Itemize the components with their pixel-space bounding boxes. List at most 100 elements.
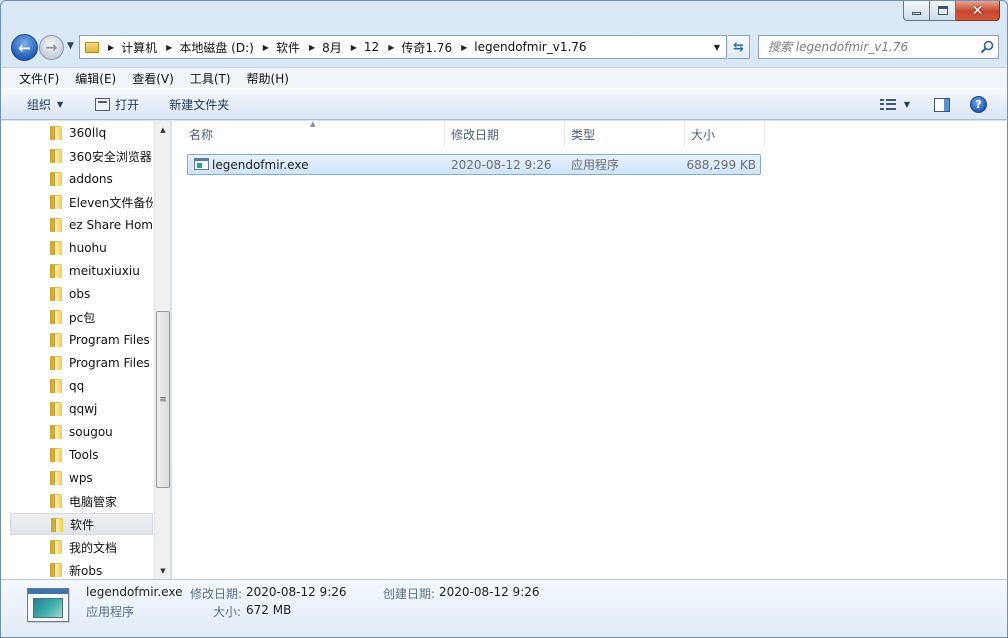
- tree-item[interactable]: 我的文档: [10, 536, 153, 558]
- scroll-down-button[interactable]: ▼: [155, 562, 170, 579]
- details-modified-value: 2020-08-12 9:26: [246, 585, 347, 599]
- search-box[interactable]: [758, 35, 999, 59]
- tree-item[interactable]: qqwj: [10, 398, 153, 420]
- tree-item[interactable]: 新obs: [10, 559, 153, 579]
- tree-item[interactable]: qq: [10, 375, 153, 397]
- organize-button[interactable]: 组织 ▼: [17, 92, 73, 116]
- breadcrumb-item[interactable]: ▶ legendofmir_v1.76: [452, 36, 586, 58]
- tree-item[interactable]: Eleven文件备份: [10, 191, 153, 213]
- back-button[interactable]: ←: [11, 34, 38, 61]
- column-header-size[interactable]: 大小: [685, 121, 765, 147]
- tree-item-label: 我的文档: [69, 540, 118, 555]
- tree-item[interactable]: 电脑管家: [10, 490, 153, 512]
- breadcrumb-separator[interactable]: ▶: [254, 43, 276, 52]
- tree-item-selected[interactable]: 软件: [10, 513, 153, 535]
- folder-icon: [50, 379, 62, 393]
- command-bar-right: ▼ ?: [879, 89, 1007, 120]
- maximize-button[interactable]: [930, 1, 956, 21]
- column-header-modified[interactable]: 修改日期: [445, 121, 565, 147]
- folder-icon: [50, 563, 62, 577]
- new-folder-button[interactable]: 新建文件夹: [159, 92, 239, 116]
- breadcrumb-separator[interactable]: ▶: [300, 43, 322, 52]
- tree-item[interactable]: Tools: [10, 444, 153, 466]
- address-history-dropdown[interactable]: ▼: [708, 36, 726, 58]
- folder-icon: [50, 172, 62, 186]
- breadcrumb-separator[interactable]: ▶: [99, 43, 121, 52]
- column-header-name[interactable]: ▲ 名称: [172, 120, 445, 147]
- close-button[interactable]: ✕: [956, 1, 1000, 21]
- breadcrumb-separator[interactable]: ▶: [379, 43, 401, 52]
- breadcrumb-item[interactable]: ▶ 传奇1.76: [379, 36, 452, 58]
- column-header-type[interactable]: 类型: [565, 121, 685, 147]
- tree-item[interactable]: Program Files: [10, 352, 153, 374]
- tree-item[interactable]: 360llq: [10, 122, 153, 144]
- tree-item[interactable]: huohu: [10, 237, 153, 259]
- folder-icon: [50, 126, 62, 140]
- tree-item-label: addons: [69, 172, 113, 186]
- breadcrumb-item[interactable]: ▶ 计算机: [99, 36, 157, 58]
- close-icon: ✕: [971, 2, 984, 19]
- minimize-button[interactable]: [903, 1, 930, 21]
- folder-icon: [50, 264, 62, 278]
- recent-pages-button[interactable]: ▼: [67, 41, 74, 51]
- file-modified: 2020-08-12 9:26: [451, 157, 552, 172]
- search-input[interactable]: [759, 37, 976, 57]
- tree-item[interactable]: obs: [10, 283, 153, 305]
- menu-help[interactable]: 帮助(H): [239, 70, 297, 87]
- menu-edit[interactable]: 编辑(E): [67, 70, 124, 87]
- menu-tools[interactable]: 工具(T): [182, 70, 239, 87]
- folder-icon: [50, 540, 62, 554]
- exe-file-icon: [194, 158, 209, 170]
- organize-label: 组织: [27, 97, 52, 112]
- tree-item[interactable]: addons: [10, 168, 153, 190]
- details-modified-label: 修改日期:: [190, 587, 243, 601]
- view-details-icon[interactable]: [879, 98, 896, 111]
- details-type: 应用程序: [86, 605, 135, 619]
- details-pane: legendofmir.exe 应用程序 修改日期: 2020-08-12 9:…: [1, 579, 1007, 637]
- address-bar[interactable]: ▶ 计算机 ▶ 本地磁盘 (D:) ▶ 软件 ▶ 8月 ▶ 12 ▶ 传奇1.76 ▶ leg…: [79, 35, 727, 59]
- tree-item[interactable]: 360安全浏览器: [10, 145, 153, 167]
- file-size: 688,299 KB: [686, 157, 756, 172]
- navigation-pane-scrollbar[interactable]: ▲ ≡ ▼: [154, 121, 170, 579]
- details-created-label: 创建日期:: [383, 587, 436, 601]
- scroll-up-button[interactable]: ▲: [155, 121, 170, 138]
- breadcrumb-separator[interactable]: ▶: [157, 43, 179, 52]
- tree-item-label: qqwj: [69, 402, 98, 416]
- breadcrumb-item[interactable]: ▶ 8月: [300, 36, 342, 58]
- open-icon: [95, 97, 111, 111]
- breadcrumb-item[interactable]: ▶ 本地磁盘 (D:): [157, 36, 254, 58]
- folder-icon: [50, 310, 62, 324]
- breadcrumb-separator[interactable]: ▶: [342, 43, 364, 52]
- tree-item-label: Program Files: [69, 333, 150, 347]
- scrollbar-thumb[interactable]: ≡: [156, 311, 170, 488]
- breadcrumb-item[interactable]: ▶ 软件: [254, 36, 300, 58]
- file-list-pane: ▲ 名称 修改日期 类型 大小 legendofmir.exe 2020-08-1…: [172, 120, 1007, 579]
- preview-pane-icon[interactable]: [934, 97, 950, 112]
- explorer-window: ✕ ← → ▼ ▶ 计算机 ▶ 本地磁盘 (D:) ▶ 软件 ▶ 8月 ▶ 12 ▶ 传奇1…: [0, 0, 1008, 638]
- forward-button[interactable]: →: [39, 35, 64, 60]
- tree-item[interactable]: wps: [10, 467, 153, 489]
- folder-icon: [50, 287, 62, 301]
- menu-file[interactable]: 文件(F): [11, 70, 67, 87]
- tree-item[interactable]: sougou: [10, 421, 153, 443]
- refresh-icon: ⇆: [733, 39, 744, 55]
- tree-item[interactable]: meituxiuxiu: [10, 260, 153, 282]
- tree-item[interactable]: Program Files: [10, 329, 153, 351]
- help-icon[interactable]: ?: [970, 96, 987, 113]
- menu-view[interactable]: 查看(V): [124, 70, 182, 87]
- breadcrumb-label: 8月: [322, 40, 342, 55]
- tree-item[interactable]: pc包: [10, 306, 153, 328]
- breadcrumb-label: legendofmir_v1.76: [474, 40, 587, 54]
- tree-item-label: wps: [69, 471, 93, 485]
- change-view-dropdown[interactable]: ▼: [904, 100, 910, 109]
- tree-item-label: 软件: [70, 517, 95, 532]
- file-type: 应用程序: [571, 158, 620, 172]
- magnifier-icon[interactable]: [976, 36, 998, 58]
- breadcrumb-separator[interactable]: ▶: [452, 43, 474, 52]
- breadcrumb-item[interactable]: ▶ 12: [342, 36, 379, 58]
- tree-item[interactable]: ez Share Home: [10, 214, 153, 236]
- forward-arrow-icon: →: [45, 39, 58, 56]
- open-button[interactable]: 打开: [85, 92, 149, 116]
- file-row[interactable]: legendofmir.exe 2020-08-12 9:26 应用程序 688…: [187, 154, 761, 175]
- refresh-button[interactable]: ⇆: [728, 35, 750, 59]
